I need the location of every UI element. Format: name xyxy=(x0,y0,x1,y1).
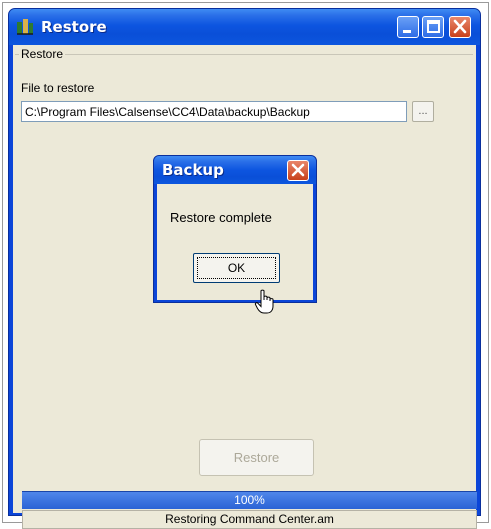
title-bar[interactable]: Restore xyxy=(9,9,480,45)
progress-bar: 100% xyxy=(22,491,477,509)
browse-button[interactable]: ... xyxy=(412,101,434,122)
dialog-close-button[interactable] xyxy=(287,160,309,181)
dialog-title: Backup xyxy=(162,161,224,179)
restore-button[interactable]: Restore xyxy=(199,439,314,476)
ok-button-label: OK xyxy=(197,257,276,279)
window-title: Restore xyxy=(41,18,107,36)
maximize-button[interactable] xyxy=(422,16,444,38)
dialog-client-area: Restore complete OK xyxy=(157,184,313,300)
file-path-input[interactable] xyxy=(21,101,407,122)
group-box-label: Restore xyxy=(19,47,66,61)
maximize-icon xyxy=(427,20,440,33)
close-icon xyxy=(291,163,305,177)
status-bar: Restoring Command Center.am xyxy=(22,510,477,529)
file-to-restore-label: File to restore xyxy=(21,81,95,95)
dialog-title-bar[interactable]: Backup xyxy=(154,156,316,184)
app-icon xyxy=(17,19,33,35)
close-button[interactable] xyxy=(449,16,471,38)
close-icon xyxy=(453,19,467,34)
ok-button[interactable]: OK xyxy=(193,253,280,283)
minimize-icon xyxy=(403,30,411,33)
group-box-border xyxy=(15,54,473,55)
progress-percent: 100% xyxy=(234,493,265,507)
backup-dialog: Backup Restore complete OK xyxy=(153,155,317,303)
dialog-message: Restore complete xyxy=(170,210,272,225)
mouse-cursor-icon xyxy=(254,289,274,314)
minimize-button[interactable] xyxy=(397,16,419,38)
